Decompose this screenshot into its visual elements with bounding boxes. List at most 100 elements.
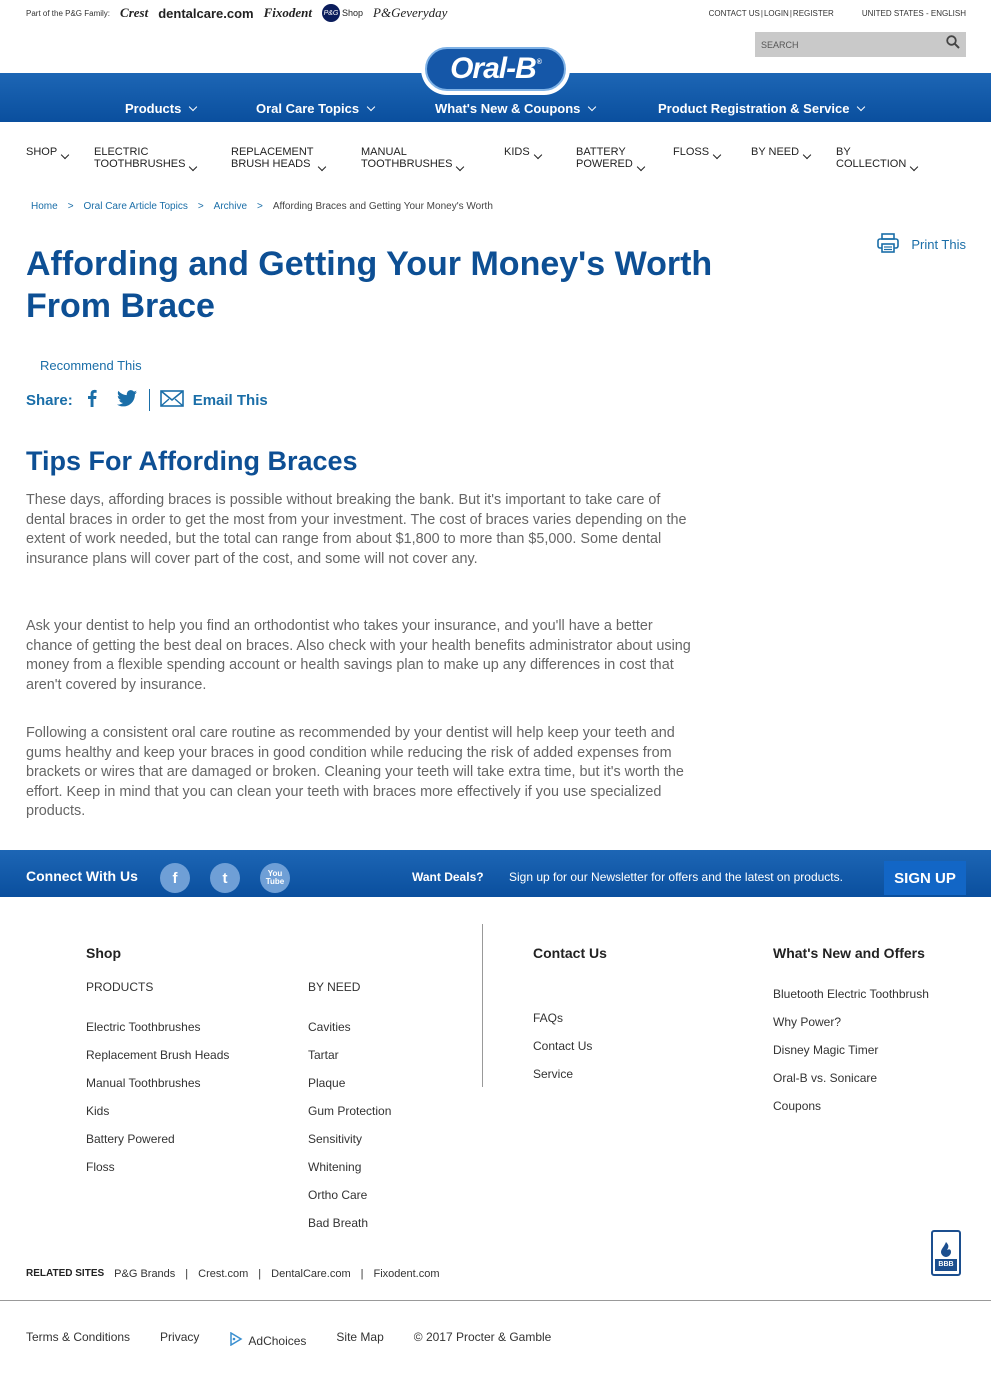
youtube-icon[interactable]: You Tube bbox=[260, 863, 290, 893]
footer-link[interactable]: Bluetooth Electric Toothbrush bbox=[773, 987, 929, 1001]
print-button[interactable]: Print This bbox=[877, 233, 966, 256]
footer-contact-heading: Contact Us bbox=[533, 945, 607, 961]
site-map-link[interactable]: Site Map bbox=[336, 1330, 383, 1349]
share-divider bbox=[148, 389, 150, 411]
list-item: Ortho Care bbox=[308, 1188, 391, 1216]
footer-link[interactable]: Bad Breath bbox=[308, 1216, 368, 1230]
nav-whats-new-coupons[interactable]: What's New & Coupons bbox=[435, 101, 597, 116]
chevron-down-icon bbox=[857, 102, 866, 111]
chevron-down-icon bbox=[189, 162, 198, 172]
email-this-link[interactable]: Email This bbox=[159, 389, 268, 411]
recommend-link[interactable]: Recommend This bbox=[40, 358, 142, 373]
list-item: Replacement Brush Heads bbox=[86, 1048, 229, 1076]
chevron-down-icon bbox=[910, 162, 919, 172]
list-item: Sensitivity bbox=[308, 1132, 391, 1160]
breadcrumb-oral-care-topics[interactable]: Oral Care Article Topics bbox=[84, 201, 188, 212]
privacy-link[interactable]: Privacy bbox=[160, 1330, 199, 1349]
fixodent-link[interactable]: Fixodent bbox=[264, 5, 312, 21]
footer-link[interactable]: Ortho Care bbox=[308, 1188, 367, 1202]
page-title: Affording and Getting Your Money's Worth… bbox=[26, 245, 713, 325]
subnav-kids[interactable]: KIDS bbox=[504, 146, 542, 160]
footer-link[interactable]: Why Power? bbox=[773, 1015, 841, 1029]
footer-link[interactable]: Kids bbox=[86, 1104, 109, 1118]
logo-text: Oral-B bbox=[450, 52, 537, 85]
nav-product-registration[interactable]: Product Registration & Service bbox=[658, 101, 866, 116]
footer-rule bbox=[0, 1300, 991, 1301]
related-site-link[interactable]: DentalCare.com bbox=[271, 1268, 350, 1280]
register-link[interactable]: REGISTER bbox=[793, 9, 834, 18]
footer-link[interactable]: Replacement Brush Heads bbox=[86, 1048, 229, 1062]
subnav-electric-toothbrushes[interactable]: ELECTRIC TOOTHBRUSHES bbox=[94, 146, 198, 172]
pg-everyday-link[interactable]: P&Geveryday bbox=[373, 5, 447, 21]
printer-icon bbox=[877, 233, 900, 256]
chevron-down-icon bbox=[189, 102, 198, 111]
subnav-shop[interactable]: SHOP bbox=[26, 146, 70, 160]
subnav-floss[interactable]: FLOSS bbox=[673, 146, 722, 160]
facebook-share-icon[interactable] bbox=[87, 389, 97, 411]
related-site-link[interactable]: P&G Brands bbox=[114, 1268, 175, 1280]
footer-link[interactable]: Coupons bbox=[773, 1099, 821, 1113]
article-paragraph: These days, affording braces is possible… bbox=[26, 492, 687, 567]
nav-oral-care-topics[interactable]: Oral Care Topics bbox=[256, 101, 376, 116]
list-item: Manual Toothbrushes bbox=[86, 1076, 229, 1104]
login-link[interactable]: LOGIN bbox=[764, 9, 789, 18]
footer-link[interactable]: Disney Magic Timer bbox=[773, 1043, 878, 1057]
crest-link[interactable]: Crest bbox=[120, 5, 148, 21]
oral-b-logo[interactable]: Oral-B ® bbox=[421, 43, 570, 95]
adchoices-link[interactable]: AdChoices bbox=[229, 1331, 306, 1349]
pg-family-bar: Part of the P&G Family: Crest dentalcare… bbox=[26, 4, 447, 22]
article-subtitle: Tips For Affording Braces bbox=[26, 446, 358, 476]
footer-link[interactable]: Tartar bbox=[308, 1048, 339, 1062]
list-item: Electric Toothbrushes bbox=[86, 1020, 229, 1048]
breadcrumb-home[interactable]: Home bbox=[31, 201, 58, 212]
chevron-down-icon bbox=[456, 162, 465, 172]
footer-link[interactable]: Floss bbox=[86, 1160, 115, 1174]
related-site-link[interactable]: Crest.com bbox=[198, 1268, 248, 1280]
dentalcare-link[interactable]: dentalcare.com bbox=[158, 6, 253, 21]
twitter-share-icon[interactable] bbox=[116, 389, 137, 411]
list-item: Tartar bbox=[308, 1048, 391, 1076]
newsletter-text: Sign up for our Newsletter for offers an… bbox=[509, 870, 843, 884]
footer-link[interactable]: Sensitivity bbox=[308, 1132, 362, 1146]
subnav-by-collection[interactable]: BY COLLECTION bbox=[836, 146, 919, 172]
list-item: Coupons bbox=[773, 1099, 929, 1127]
legal-links: Terms & Conditions Privacy AdChoices Sit… bbox=[26, 1330, 551, 1349]
footer-by-need-list: Cavities Tartar Plaque Gum Protection Se… bbox=[308, 1020, 391, 1244]
subnav-by-need[interactable]: BY NEED bbox=[751, 146, 812, 160]
bbb-badge[interactable]: BBB bbox=[931, 1230, 961, 1276]
footer-divider bbox=[482, 924, 483, 1087]
footer-link[interactable]: Whitening bbox=[308, 1160, 361, 1174]
breadcrumb-archive[interactable]: Archive bbox=[214, 201, 247, 212]
related-site-link[interactable]: Fixodent.com bbox=[373, 1268, 439, 1280]
sign-up-button[interactable]: SIGN UP bbox=[884, 861, 966, 895]
footer-link[interactable]: FAQs bbox=[533, 1011, 563, 1025]
contact-us-link[interactable]: CONTACT US bbox=[709, 9, 760, 18]
subnav-manual-toothbrushes[interactable]: MANUAL TOOTHBRUSHES bbox=[361, 146, 465, 172]
locale-selector[interactable]: UNITED STATES - ENGLISH bbox=[862, 9, 966, 18]
footer-link[interactable]: Contact Us bbox=[533, 1039, 592, 1053]
footer-by-need-heading: BY NEED bbox=[308, 980, 361, 994]
connect-title: Connect With Us bbox=[26, 868, 138, 884]
footer-link[interactable]: Service bbox=[533, 1067, 573, 1081]
chevron-down-icon bbox=[588, 102, 597, 111]
footer-link[interactable]: Plaque bbox=[308, 1076, 345, 1090]
facebook-icon[interactable]: f bbox=[160, 863, 190, 893]
pg-shop-link[interactable]: P&G Shop bbox=[321, 4, 363, 22]
footer-link[interactable]: Cavities bbox=[308, 1020, 351, 1034]
subnav-replacement-brush-heads[interactable]: REPLACEMENT BRUSH HEADS bbox=[231, 146, 326, 172]
subnav-battery-powered[interactable]: BATTERY POWERED bbox=[576, 146, 646, 172]
footer-link[interactable]: Electric Toothbrushes bbox=[86, 1020, 201, 1034]
footer-link[interactable]: Gum Protection bbox=[308, 1104, 391, 1118]
list-item: Battery Powered bbox=[86, 1132, 229, 1160]
list-item: FAQs bbox=[533, 1011, 592, 1039]
terms-link[interactable]: Terms & Conditions bbox=[26, 1330, 130, 1349]
footer-link[interactable]: Battery Powered bbox=[86, 1132, 175, 1146]
search-icon[interactable] bbox=[946, 35, 960, 54]
chevron-down-icon bbox=[802, 150, 812, 160]
copyright: © 2017 Procter & Gamble bbox=[413, 1330, 552, 1344]
twitter-icon[interactable]: t bbox=[210, 863, 240, 893]
search-input[interactable] bbox=[761, 39, 931, 50]
nav-products[interactable]: Products bbox=[125, 101, 198, 116]
footer-link[interactable]: Manual Toothbrushes bbox=[86, 1076, 201, 1090]
footer-link[interactable]: Oral-B vs. Sonicare bbox=[773, 1071, 877, 1085]
